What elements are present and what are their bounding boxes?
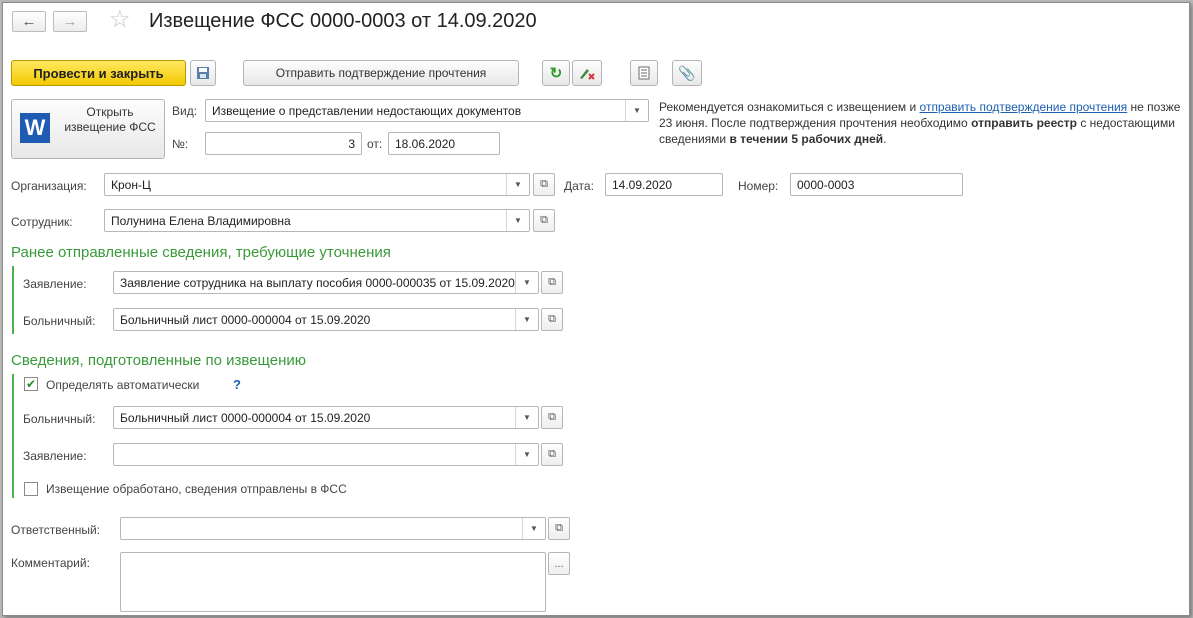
comment-textarea[interactable] — [120, 552, 546, 612]
processed-checkbox[interactable] — [24, 482, 38, 496]
edit-delete-button[interactable] — [572, 60, 602, 86]
open-window-icon: ⧉ — [540, 178, 548, 190]
chevron-down-icon[interactable]: ▼ — [515, 407, 538, 428]
application-2-open-button[interactable]: ⧉ — [541, 443, 563, 466]
report-button[interactable] — [630, 60, 658, 86]
document-window: ← → ☆ Извещение ФСС 0000-0003 от 14.09.2… — [2, 2, 1190, 616]
organization-select[interactable]: Крон-Ц ▼ — [104, 173, 530, 196]
employee-open-button[interactable]: ⧉ — [533, 209, 555, 232]
application-label: Заявление: — [23, 277, 87, 291]
send-read-confirmation-button[interactable]: Отправить подтверждение прочтения — [243, 60, 519, 86]
open-window-icon: ⧉ — [555, 522, 563, 534]
chevron-down-icon[interactable]: ▼ — [522, 518, 545, 539]
sick-leave-value: Больничный лист 0000-000004 от 15.09.202… — [120, 313, 371, 327]
arrow-right-icon: → — [62, 13, 78, 30]
sick-leave-2-open-button[interactable]: ⧉ — [541, 406, 563, 429]
send-confirmation-link[interactable]: отправить подтверждение прочтения — [920, 100, 1128, 114]
pen-cross-icon — [580, 69, 595, 80]
info-bold-2: в течении 5 рабочих дней — [729, 132, 884, 146]
help-icon[interactable]: ? — [233, 377, 241, 392]
processed-label: Извещение обработано, сведения отправлен… — [46, 482, 347, 496]
employee-label: Сотрудник: — [11, 215, 73, 229]
date-field[interactable]: 14.09.2020 — [605, 173, 723, 196]
from-date-label: от: — [367, 137, 383, 151]
arrow-left-icon: ← — [21, 13, 37, 30]
comment-label: Комментарий: — [11, 556, 90, 570]
word-document-icon: W — [20, 113, 50, 143]
application-2-select[interactable]: ▼ — [113, 443, 539, 466]
responsible-open-button[interactable]: ⧉ — [548, 517, 570, 540]
chevron-down-icon[interactable]: ▼ — [506, 174, 529, 195]
section-previous-data-title: Ранее отправленные сведения, требующие у… — [11, 244, 391, 261]
recommendation-text: Рекомендуется ознакомиться с извещением … — [659, 99, 1189, 147]
responsible-label: Ответственный: — [11, 523, 101, 537]
sick-leave-2-select[interactable]: Больничный лист 0000-000004 от 15.09.202… — [113, 406, 539, 429]
from-date-field[interactable]: 18.06.2020 — [388, 132, 500, 155]
document-list-icon — [638, 66, 650, 80]
chevron-down-icon[interactable]: ▼ — [515, 444, 538, 465]
organization-open-button[interactable]: ⧉ — [533, 173, 555, 196]
open-window-icon: ⧉ — [548, 411, 556, 423]
doc-number-field[interactable]: 3 — [205, 132, 362, 155]
attachments-button[interactable]: 📎 — [672, 60, 702, 86]
sick-leave-label: Больничный: — [23, 314, 96, 328]
open-window-icon: ⧉ — [548, 276, 556, 288]
application-value: Заявление сотрудника на выплату пособия … — [120, 276, 515, 290]
sick-leave-select[interactable]: Больничный лист 0000-000004 от 15.09.202… — [113, 308, 539, 331]
refresh-button[interactable]: ↻ — [542, 60, 570, 86]
sick-leave-2-label: Больничный: — [23, 412, 96, 426]
application-open-button[interactable]: ⧉ — [541, 271, 563, 294]
organization-value: Крон-Ц — [111, 178, 151, 192]
auto-detect-label: Определять автоматически — [46, 378, 200, 392]
auto-detect-checkbox[interactable]: ✔ — [24, 377, 38, 391]
open-window-icon: ⧉ — [548, 313, 556, 325]
open-fss-notice-button[interactable]: W Открыть извещение ФСС — [11, 99, 165, 159]
section-divider — [12, 374, 14, 498]
forward-button[interactable]: → — [53, 11, 87, 32]
info-bold-1: отправить реестр — [971, 116, 1077, 130]
open-window-icon: ⧉ — [540, 214, 548, 226]
open-fss-notice-label: Открыть извещение ФСС — [64, 105, 156, 134]
number-field[interactable]: 0000-0003 — [790, 173, 963, 196]
application-select[interactable]: Заявление сотрудника на выплату пособия … — [113, 271, 539, 294]
chevron-down-icon[interactable]: ▼ — [515, 309, 538, 330]
checkmark-icon: ✔ — [25, 377, 37, 391]
organization-label: Организация: — [11, 179, 87, 193]
ellipsis-icon: ... — [554, 557, 564, 570]
floppy-disk-icon — [197, 67, 209, 79]
refresh-icon: ↻ — [549, 65, 563, 82]
kind-select[interactable]: Извещение о представлении недостающих до… — [205, 99, 649, 122]
info-text-1: Рекомендуется ознакомиться с извещением … — [659, 100, 920, 114]
kind-label: Вид: — [172, 104, 198, 118]
save-button[interactable] — [190, 60, 216, 86]
page-title: Извещение ФСС 0000-0003 от 14.09.2020 — [149, 10, 537, 32]
post-and-close-button[interactable]: Провести и закрыть — [11, 60, 186, 86]
chevron-down-icon[interactable]: ▼ — [506, 210, 529, 231]
back-button[interactable]: ← — [12, 11, 46, 32]
kind-value: Извещение о представлении недостающих до… — [212, 104, 522, 118]
sick-leave-2-value: Больничный лист 0000-000004 от 15.09.202… — [120, 411, 371, 425]
date-label: Дата: — [564, 179, 594, 193]
responsible-select[interactable]: ▼ — [120, 517, 546, 540]
comment-edit-button[interactable]: ... — [548, 552, 570, 575]
number-label: Номер: — [738, 179, 779, 193]
employee-value: Полунина Елена Владимировна — [111, 214, 291, 228]
sick-leave-open-button[interactable]: ⧉ — [541, 308, 563, 331]
paperclip-icon: 📎 — [678, 64, 696, 81]
chevron-down-icon[interactable]: ▼ — [515, 272, 538, 293]
info-text-4: . — [883, 132, 887, 146]
application-2-label: Заявление: — [23, 449, 87, 463]
chevron-down-icon[interactable]: ▼ — [625, 100, 648, 121]
doc-number-label: №: — [172, 137, 189, 151]
favorite-star-icon[interactable]: ☆ — [109, 8, 131, 32]
section-prepared-data-title: Сведения, подготовленные по извещению — [11, 352, 306, 369]
employee-select[interactable]: Полунина Елена Владимировна ▼ — [104, 209, 530, 232]
section-divider — [12, 266, 14, 334]
open-window-icon: ⧉ — [548, 448, 556, 460]
